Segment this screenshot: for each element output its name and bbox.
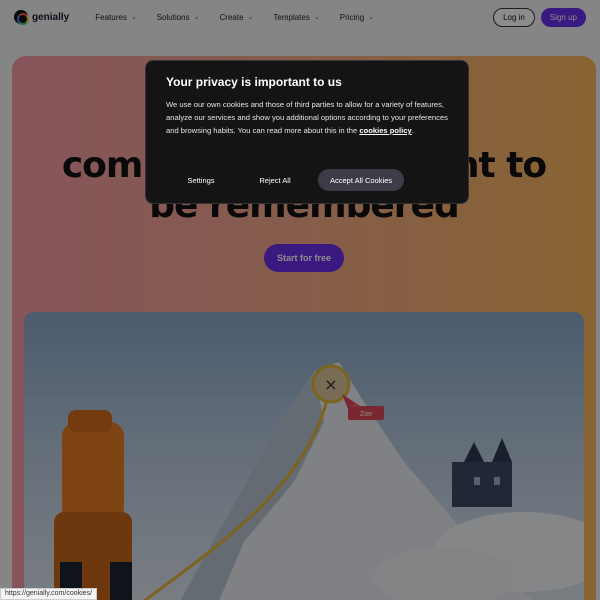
accept-all-cookies-button[interactable]: Accept All Cookies (318, 169, 405, 191)
reject-all-button[interactable]: Reject All (240, 169, 310, 191)
cookie-consent-dialog: Your privacy is important to us We use o… (145, 60, 469, 204)
cookies-policy-link[interactable]: cookies policy (359, 126, 411, 135)
cookie-dialog-title: Your privacy is important to us (166, 75, 342, 89)
cookie-settings-button[interactable]: Settings (166, 169, 236, 191)
cookie-dialog-actions: Settings Reject All Accept All Cookies (166, 169, 405, 191)
status-bar-url: https://genially.com/cookies/ (0, 588, 98, 600)
cookie-text-suffix: . (411, 126, 414, 135)
cookie-dialog-text: We use our own cookies and those of thir… (166, 98, 448, 137)
